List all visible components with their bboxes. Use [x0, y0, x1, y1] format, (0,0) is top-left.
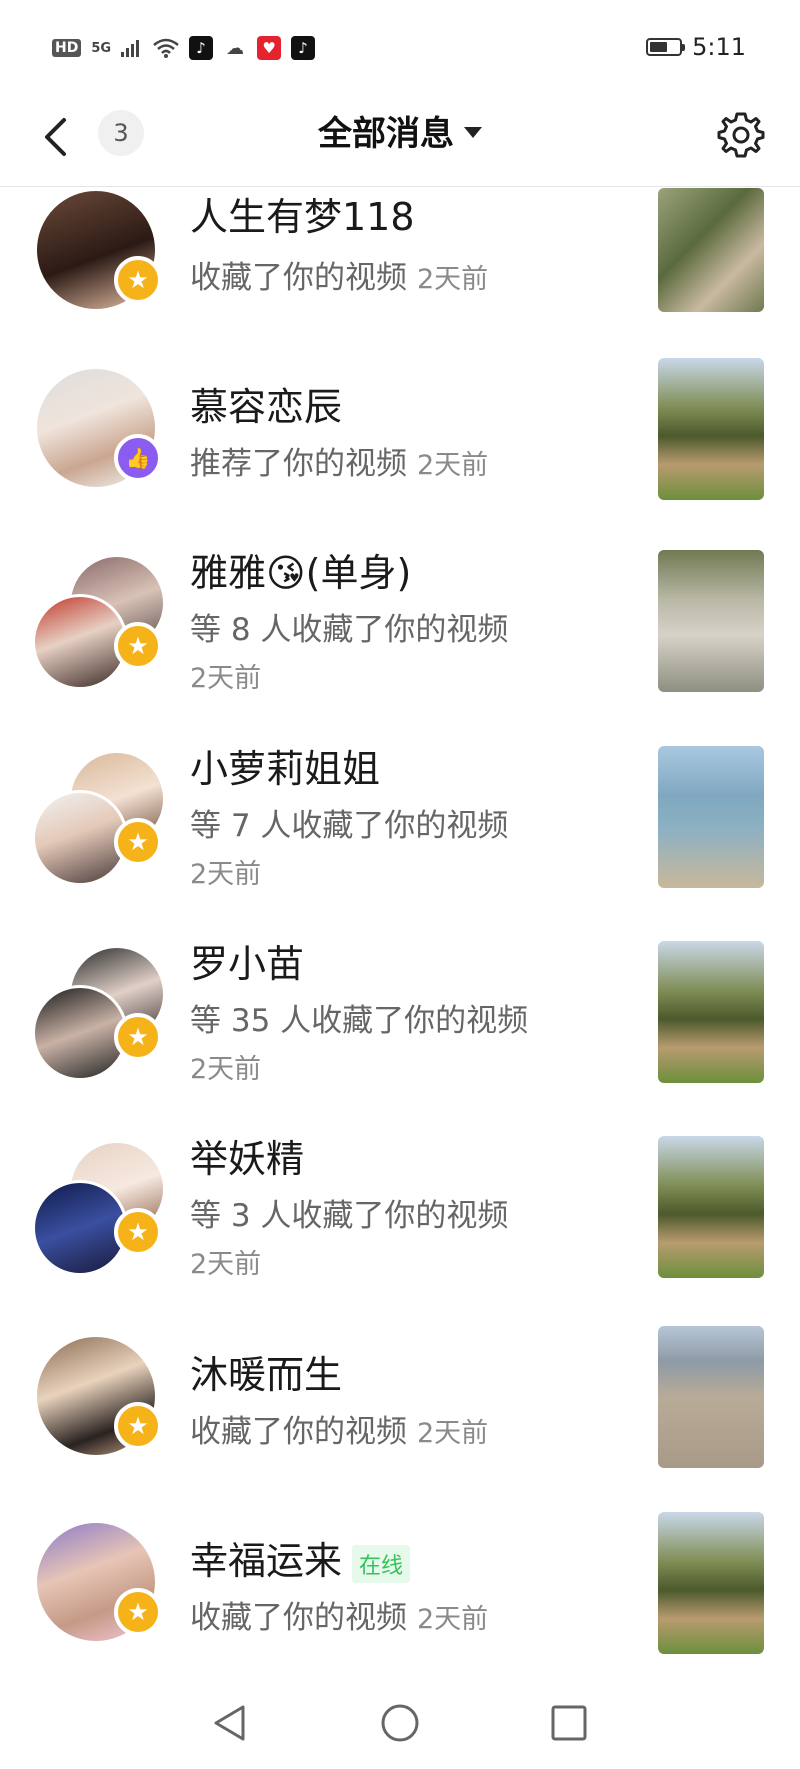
- status-icons-left: HD 5G ♪ ☁ ♥ ♪: [52, 36, 316, 60]
- star-badge-icon: ★: [114, 622, 162, 670]
- video-thumbnail[interactable]: [658, 941, 764, 1083]
- action-text: 收藏了你的视频: [190, 1414, 407, 1450]
- hd-indicator: HD: [52, 39, 82, 57]
- message-text: 收藏了你的视频 2天前: [190, 252, 488, 297]
- star-badge-icon: ★: [114, 256, 162, 304]
- message-row[interactable]: 👍 慕容恋辰 推荐了你的视频 2天前: [0, 358, 800, 516]
- online-status-badge: 在线: [352, 1544, 411, 1583]
- message-text: 等 7 人收藏了你的视频: [190, 808, 509, 844]
- video-thumbnail[interactable]: [658, 746, 764, 888]
- timestamp: 2天前: [190, 859, 262, 890]
- sender-name[interactable]: 沐暖而生: [190, 1344, 342, 1399]
- status-icons-right: 5:11: [646, 33, 746, 61]
- signal-icon: [121, 40, 140, 57]
- clock: 5:11: [692, 33, 746, 61]
- message-row[interactable]: ★ 举妖精 等 3 人收藏了你的视频 2天前: [0, 1136, 800, 1286]
- sender-name[interactable]: 小萝莉姐姐: [190, 738, 380, 793]
- action-text: 推荐了你的视频: [190, 446, 407, 482]
- sender-name[interactable]: 人生有梦118: [190, 186, 415, 241]
- message-row[interactable]: ★ 罗小苗 等 35 人收藏了你的视频 2天前: [0, 941, 800, 1091]
- video-thumbnail[interactable]: [658, 358, 764, 500]
- message-text: 等 8 人收藏了你的视频: [190, 612, 509, 648]
- gear-icon: [717, 112, 765, 158]
- action-text: 收藏了你的视频: [190, 1600, 407, 1636]
- avatar-group[interactable]: ★: [32, 554, 172, 694]
- message-row[interactable]: ★ 雅雅😘(单身) 等 8 人收藏了你的视频 2天前: [0, 550, 800, 700]
- avatar-group[interactable]: ★: [32, 1140, 172, 1280]
- wifi-icon: [153, 38, 179, 58]
- video-thumbnail[interactable]: [658, 1326, 764, 1468]
- video-thumbnail[interactable]: [658, 550, 764, 692]
- network-type: 5G: [91, 40, 112, 56]
- avatar-group[interactable]: ★: [32, 1520, 172, 1660]
- dropdown-caret-icon: [464, 127, 482, 138]
- star-badge-icon: ★: [114, 1208, 162, 1256]
- video-thumbnail[interactable]: [658, 188, 764, 312]
- nav-recents-button[interactable]: [546, 1700, 592, 1746]
- sender-name[interactable]: 雅雅😘(单身): [190, 542, 411, 597]
- heart-app-notification-icon: ♥: [257, 36, 282, 60]
- sender-name[interactable]: 举妖精: [190, 1128, 304, 1183]
- avatar-group[interactable]: ★: [32, 1334, 172, 1474]
- message-row[interactable]: ★ 幸福运来 在线 收藏了你的视频 2天前: [0, 1512, 800, 1670]
- timestamp: 2天前: [417, 264, 489, 295]
- star-badge-icon: ★: [114, 1013, 162, 1061]
- message-text: 等 3 人收藏了你的视频: [190, 1198, 509, 1234]
- avatar-group[interactable]: ★: [32, 945, 172, 1085]
- timestamp: 2天前: [190, 1054, 262, 1085]
- header: 3 全部消息: [0, 92, 800, 187]
- timestamp: 2天前: [190, 663, 262, 694]
- title-dropdown[interactable]: 全部消息: [0, 106, 800, 155]
- timestamp: 2天前: [417, 1418, 489, 1449]
- message-row[interactable]: ★ 沐暖而生 收藏了你的视频 2天前: [0, 1326, 800, 1484]
- star-badge-icon: ★: [114, 1402, 162, 1450]
- message-row[interactable]: ★ 人生有梦118 收藏了你的视频 2天前: [0, 188, 800, 338]
- wechat-notification-icon: ☁: [223, 36, 248, 60]
- battery-level: [650, 42, 667, 52]
- message-text: 收藏了你的视频 2天前: [190, 1592, 488, 1637]
- message-text: 等 35 人收藏了你的视频: [190, 1003, 529, 1039]
- douyin-notification-icon-2: ♪: [291, 36, 316, 60]
- star-badge-icon: ★: [114, 818, 162, 866]
- nav-home-button[interactable]: [377, 1700, 423, 1746]
- video-thumbnail[interactable]: [658, 1136, 764, 1278]
- star-badge-icon: ★: [114, 1588, 162, 1636]
- video-thumbnail[interactable]: [658, 1512, 764, 1654]
- message-row[interactable]: ★ 小萝莉姐姐 等 7 人收藏了你的视频 2天前: [0, 746, 800, 896]
- timestamp: 2天前: [417, 450, 489, 481]
- status-bar: HD 5G ♪ ☁ ♥ ♪ 5:11: [0, 0, 800, 92]
- nav-back-button[interactable]: [206, 1700, 252, 1746]
- page-title: 全部消息: [318, 114, 454, 154]
- sender-name-text: 幸福运来: [190, 1539, 343, 1583]
- sender-name[interactable]: 幸福运来 在线: [190, 1530, 411, 1585]
- avatar-group[interactable]: ★: [32, 750, 172, 890]
- circle-home-icon: [381, 1704, 419, 1742]
- settings-button[interactable]: [712, 106, 770, 164]
- message-text: 推荐了你的视频 2天前: [190, 438, 488, 483]
- action-text: 收藏了你的视频: [190, 260, 407, 296]
- battery-icon: [646, 38, 686, 56]
- sender-name[interactable]: 罗小苗: [190, 933, 304, 988]
- avatar-group[interactable]: 👍: [32, 366, 172, 506]
- timestamp: 2天前: [417, 1604, 489, 1635]
- douyin-notification-icon: ♪: [189, 36, 214, 60]
- square-recents-icon: [551, 1705, 587, 1741]
- avatar-group[interactable]: ★: [32, 188, 172, 328]
- thumbs-up-badge-icon: 👍: [114, 434, 162, 482]
- message-text: 收藏了你的视频 2天前: [190, 1406, 488, 1451]
- timestamp: 2天前: [190, 1249, 262, 1280]
- sender-name[interactable]: 慕容恋辰: [190, 376, 342, 431]
- triangle-back-icon: [214, 1705, 245, 1741]
- system-navigation-bar: [0, 1680, 800, 1769]
